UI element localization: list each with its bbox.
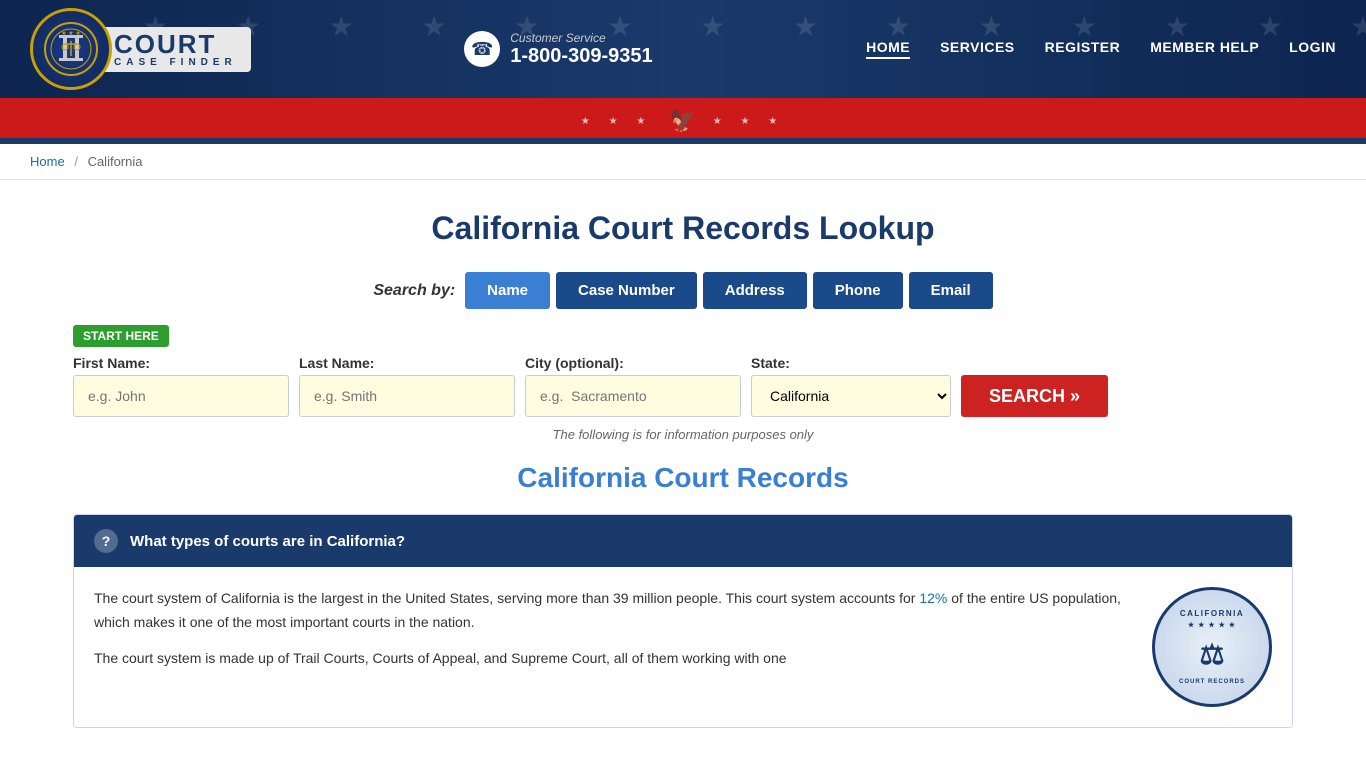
- faq-text: The court system of California is the la…: [94, 587, 1132, 670]
- cs-phone: 1-800-309-9351: [510, 45, 652, 68]
- breadcrumb: Home / California: [0, 144, 1366, 180]
- search-button[interactable]: SEARCH »: [961, 375, 1108, 417]
- breadcrumb-current: California: [88, 154, 143, 169]
- faq-para-1: The court system of California is the la…: [94, 587, 1132, 635]
- faq-para-2: The court system is made up of Trail Cou…: [94, 647, 1132, 671]
- header-eagle-row: ★ ★ ★ 🦅 ★ ★ ★: [0, 106, 1366, 138]
- breadcrumb-home[interactable]: Home: [30, 154, 65, 169]
- last-name-group: Last Name:: [299, 355, 515, 417]
- logo[interactable]: ★ ★ ★ COURT CASE FINDER: [30, 8, 251, 90]
- nav-member-help[interactable]: MEMBER HELP: [1150, 39, 1259, 59]
- logo-court-text: COURT: [114, 31, 237, 57]
- star-left: ★ ★ ★: [581, 116, 653, 127]
- highlight-percent: 12%: [919, 590, 947, 606]
- nav-services[interactable]: SERVICES: [940, 39, 1015, 59]
- search-by-row: Search by: Name Case Number Address Phon…: [73, 272, 1293, 309]
- page-title: California Court Records Lookup: [73, 210, 1293, 247]
- faq-question-text: What types of courts are in California?: [130, 533, 405, 550]
- logo-emblem: ★ ★ ★: [30, 8, 112, 90]
- nav-login[interactable]: LOGIN: [1289, 39, 1336, 59]
- state-select[interactable]: AlabamaAlaskaArizonaArkansas CaliforniaC…: [751, 375, 951, 417]
- nav-home[interactable]: HOME: [866, 39, 910, 59]
- city-label: City (optional):: [525, 355, 741, 371]
- tab-phone[interactable]: Phone: [813, 272, 903, 309]
- nav-register[interactable]: REGISTER: [1045, 39, 1121, 59]
- cs-label: Customer Service: [510, 31, 652, 45]
- tab-address[interactable]: Address: [703, 272, 807, 309]
- start-here-badge: START HERE: [73, 325, 169, 347]
- state-label: State:: [751, 355, 951, 371]
- faq-body: The court system of California is the la…: [74, 567, 1292, 727]
- state-group: State: AlabamaAlaskaArizonaArkansas Cali…: [751, 355, 951, 417]
- california-seal: CALIFORNIA ★ ★ ★ ★ ★ ⚖ COURT RECORDS: [1152, 587, 1272, 707]
- faq-header[interactable]: ? What types of courts are in California…: [74, 515, 1292, 567]
- last-name-label: Last Name:: [299, 355, 515, 371]
- faq-item: ? What types of courts are in California…: [73, 514, 1293, 728]
- tab-case-number[interactable]: Case Number: [556, 272, 697, 309]
- eagle-icon: 🦅: [669, 108, 696, 134]
- first-name-label: First Name:: [73, 355, 289, 371]
- info-note: The following is for information purpose…: [73, 427, 1293, 442]
- first-name-group: First Name:: [73, 355, 289, 417]
- customer-service: ☎ Customer Service 1-800-309-9351: [464, 31, 652, 68]
- search-form: First Name: Last Name: City (optional): …: [73, 355, 1293, 417]
- svg-text:★ ★ ★: ★ ★ ★: [61, 30, 80, 37]
- tab-email[interactable]: Email: [909, 272, 993, 309]
- section-heading: California Court Records: [73, 462, 1293, 494]
- first-name-input[interactable]: [73, 375, 289, 417]
- phone-icon: ☎: [464, 31, 500, 67]
- breadcrumb-separator: /: [74, 154, 78, 169]
- city-input[interactable]: [525, 375, 741, 417]
- city-group: City (optional):: [525, 355, 741, 417]
- search-by-label: Search by:: [373, 282, 455, 300]
- tab-name[interactable]: Name: [465, 272, 550, 309]
- logo-finder-text: CASE FINDER: [114, 57, 237, 68]
- star-right: ★ ★ ★: [713, 116, 785, 127]
- main-nav: HOME SERVICES REGISTER MEMBER HELP LOGIN: [866, 39, 1336, 59]
- last-name-input[interactable]: [299, 375, 515, 417]
- faq-question-icon: ?: [94, 529, 118, 553]
